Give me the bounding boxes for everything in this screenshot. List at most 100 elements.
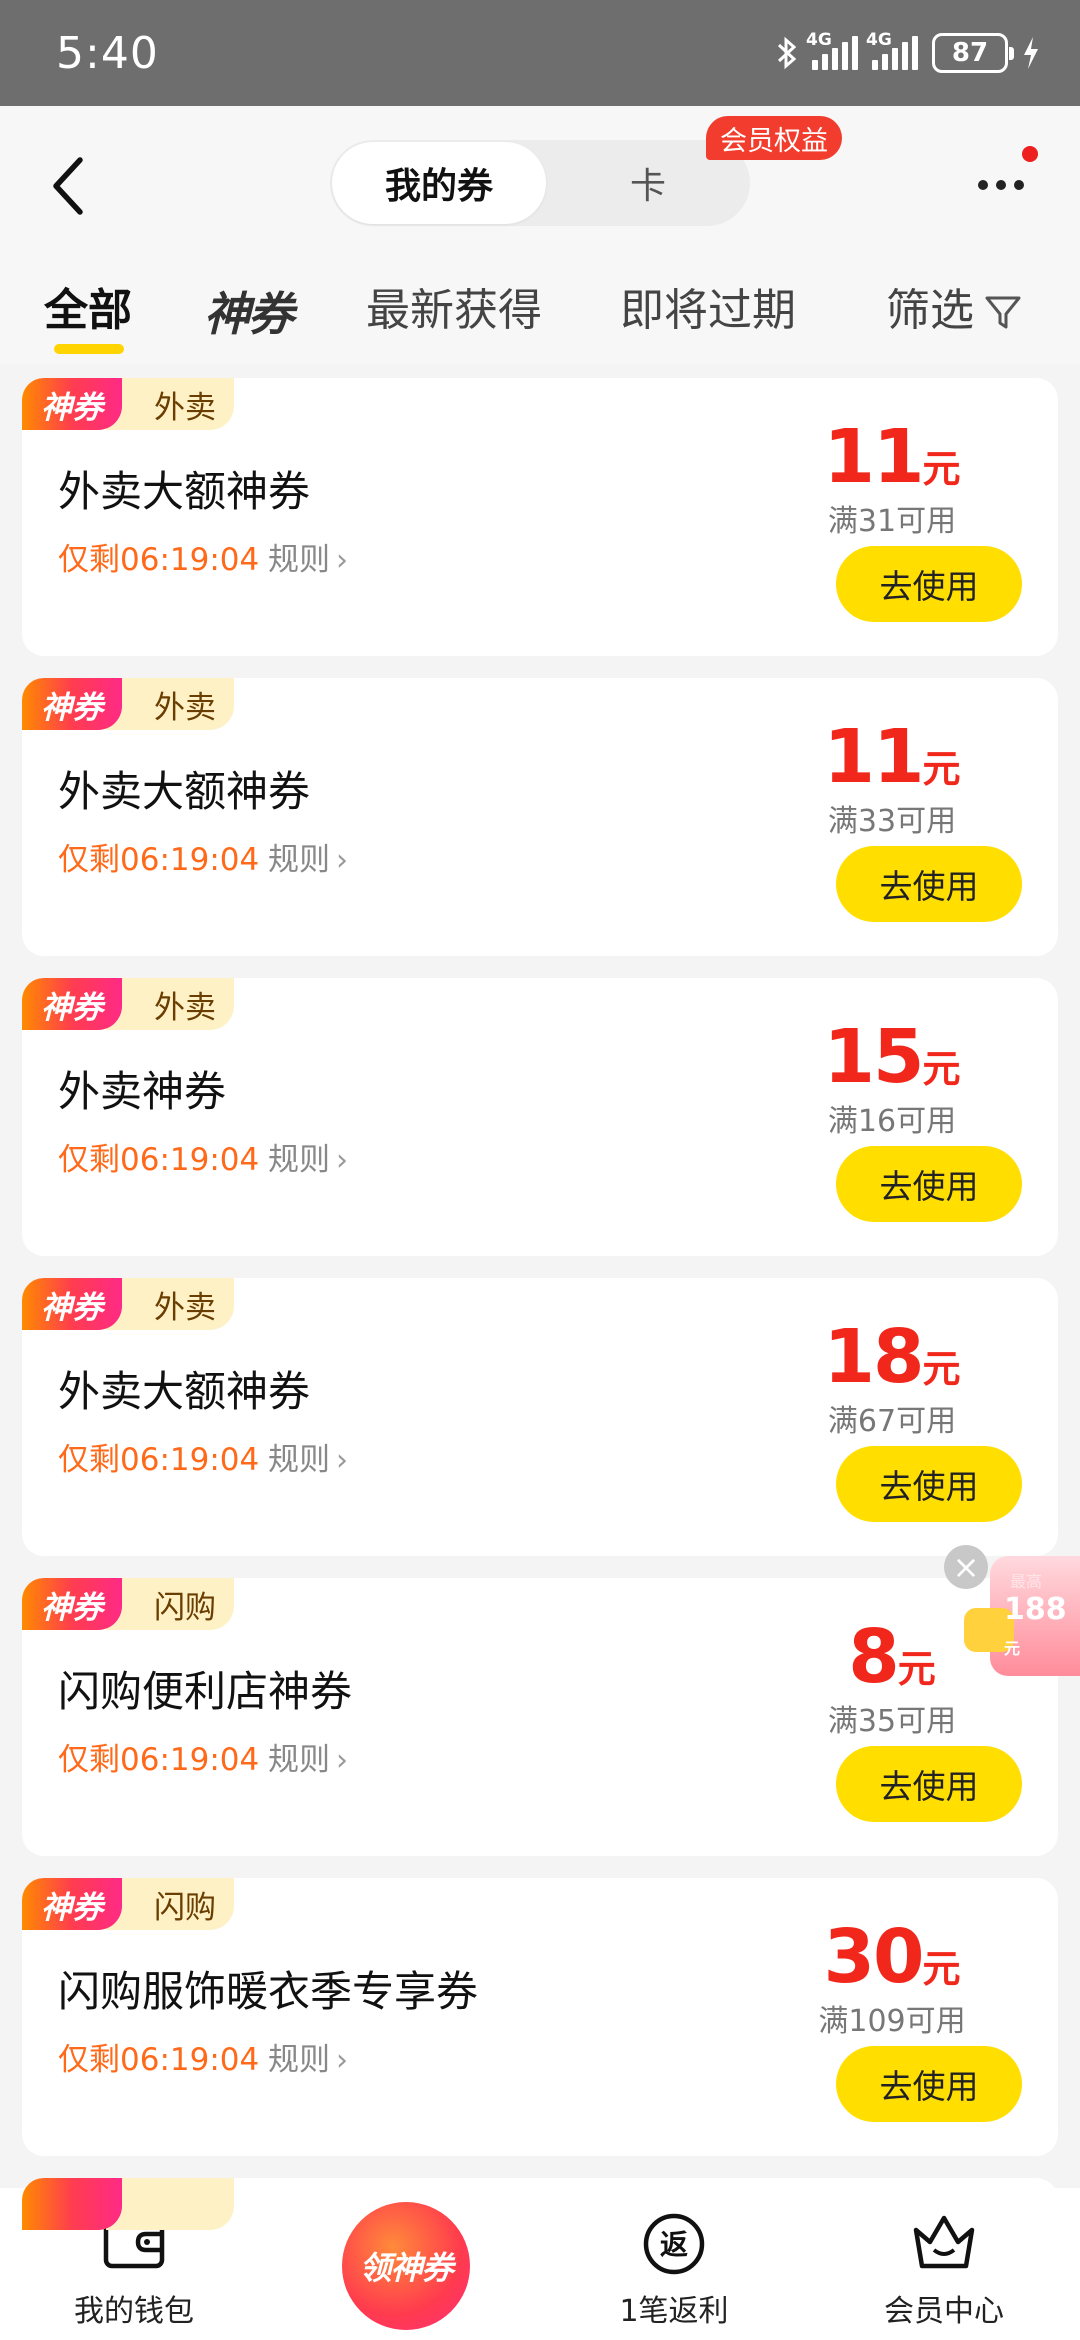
amount-value: 18 xyxy=(823,1314,925,1400)
rule-link[interactable]: 规则 › xyxy=(268,1734,348,1779)
amount-value: 8 xyxy=(848,1614,899,1700)
filter-button[interactable]: 筛选 xyxy=(886,274,1022,338)
amount-unit: 元 xyxy=(922,1047,961,1091)
chevron-right-icon: › xyxy=(336,1443,348,1478)
tab-my-coupons[interactable]: 我的券 xyxy=(332,142,546,224)
nav-rebate[interactable]: 返 1笔返利 xyxy=(564,2188,784,2340)
more-button[interactable] xyxy=(978,170,1028,200)
funnel-icon xyxy=(985,296,1021,329)
use-button[interactable]: 去使用 xyxy=(836,2046,1022,2122)
chevron-left-icon xyxy=(53,157,83,215)
coupon-card[interactable]: 神券 闪购 闪购服饰暖衣季专享券 仅剩06:19:04 规则 › 30元 满109… xyxy=(22,1878,1058,2156)
tab-latest[interactable]: 最新获得 xyxy=(366,274,542,338)
amount-unit: 元 xyxy=(922,1947,961,1991)
tab-expiring[interactable]: 即将过期 xyxy=(620,274,796,338)
promo-unit: 元 xyxy=(1004,1639,1021,1658)
rule-link[interactable]: 规则 › xyxy=(268,1434,348,1479)
rule-label: 规则 xyxy=(268,1742,330,1778)
category-tag: 外卖 xyxy=(106,978,234,1030)
usage-condition: 满16可用 xyxy=(827,1104,957,1139)
countdown: 仅剩06:19:04 xyxy=(58,1742,260,1778)
filter-label: 筛选 xyxy=(886,285,974,336)
amount-unit: 元 xyxy=(922,447,961,491)
network-label: 4G xyxy=(866,30,892,50)
countdown: 仅剩06:19:04 xyxy=(58,1442,260,1478)
coupon-card[interactable]: 神券 外卖 外卖大额神券 仅剩06:19:04 规则 › 18元 满67可用 去使… xyxy=(22,1278,1058,1556)
rebate-icon: 返 xyxy=(643,2213,705,2275)
header: 我的券 卡 会员权益 全部 神券 最新获得 即将过期 筛选 xyxy=(0,106,1080,364)
coupon-amount: 30元 xyxy=(772,1914,1012,2000)
status-icons: 4G 4G 87 xyxy=(776,30,1040,76)
use-button[interactable]: 去使用 xyxy=(836,1446,1022,1522)
nav-member-label: 会员中心 xyxy=(884,2294,1004,2329)
tab-shenquan[interactable]: 神券 xyxy=(204,278,294,344)
coupon-card-switch: 我的券 卡 xyxy=(330,140,750,226)
network-label: 4G xyxy=(806,30,832,50)
chevron-right-icon: › xyxy=(336,2043,348,2078)
chevron-right-icon: › xyxy=(336,1143,348,1178)
category-tag: 闪购 xyxy=(106,1878,234,1930)
rule-link[interactable]: 规则 › xyxy=(268,2034,348,2079)
claim-shenquan-button[interactable]: 领神券 xyxy=(342,2202,470,2330)
usage-condition: 满35可用 xyxy=(827,1704,957,1739)
coupon-amount: 18元 xyxy=(772,1314,1012,1400)
use-button[interactable]: 去使用 xyxy=(836,1746,1022,1822)
notification-dot xyxy=(1022,146,1038,162)
nav-wallet-label: 我的钱包 xyxy=(74,2294,194,2329)
filter-tabs: 全部 神券 最新获得 即将过期 筛选 xyxy=(0,258,1080,358)
rule-label: 规则 xyxy=(268,2042,330,2078)
usage-condition: 满67可用 xyxy=(827,1404,957,1439)
countdown: 仅剩06:19:04 xyxy=(58,2042,260,2078)
coupon-card[interactable]: 神券 外卖 外卖大额神券 仅剩06:19:04 规则 › 11元 满31可用 去使… xyxy=(22,378,1058,656)
rule-link[interactable]: 规则 › xyxy=(268,534,348,579)
coupon-amount: 15元 xyxy=(772,1014,1012,1100)
nav-member-center[interactable]: 会员中心 xyxy=(834,2188,1054,2340)
chevron-right-icon: › xyxy=(336,543,348,578)
amount-value: 11 xyxy=(823,414,925,500)
back-button[interactable] xyxy=(44,150,94,222)
more-dots-icon xyxy=(978,180,988,190)
coupon-title: 外卖大额神券 xyxy=(58,1367,311,1416)
use-button[interactable]: 去使用 xyxy=(836,546,1022,622)
member-benefits-badge[interactable]: 会员权益 xyxy=(706,116,842,160)
usage-condition: 满33可用 xyxy=(827,804,957,839)
usage-condition: 满109可用 xyxy=(818,2004,966,2039)
coupon-card[interactable]: 神券 闪购 闪购便利店神券 仅剩06:19:04 规则 › 8 元 满35可用 去使… xyxy=(22,1578,1058,1856)
category-tag: 外卖 xyxy=(106,378,234,430)
promo-amount: 188 元 xyxy=(1004,1592,1080,1662)
battery-level: 87 xyxy=(951,38,989,68)
chevron-right-icon: › xyxy=(336,1743,348,1778)
shenquan-tag: 神券 xyxy=(22,978,122,1030)
bluetooth-icon xyxy=(777,36,797,70)
category-tag xyxy=(106,2178,234,2230)
coupon-title: 外卖大额神券 xyxy=(58,767,311,816)
promo-label: 最高 xyxy=(1010,1572,1043,1591)
floating-promo[interactable]: 最高 188 元 xyxy=(964,1556,1080,1676)
rule-link[interactable]: 规则 › xyxy=(268,1134,348,1179)
use-button[interactable]: 去使用 xyxy=(836,846,1022,922)
amount-unit: 元 xyxy=(922,1347,961,1391)
shenquan-tag xyxy=(22,2178,122,2230)
shenquan-tag: 神券 xyxy=(22,1878,122,1930)
category-tag: 闪购 xyxy=(106,1578,234,1630)
status-time: 5:40 xyxy=(56,28,159,79)
chevron-right-icon: › xyxy=(336,843,348,878)
shenquan-tag: 神券 xyxy=(22,1578,122,1630)
crown-icon xyxy=(913,2215,975,2269)
coupon-card[interactable]: 神券 外卖 外卖神券 仅剩06:19:04 规则 › 15元 满16可用 去使用 xyxy=(22,978,1058,1256)
coupon-title: 外卖大额神券 xyxy=(58,467,311,516)
rule-label: 规则 xyxy=(268,1142,330,1178)
shenquan-tag: 神券 xyxy=(22,378,122,430)
rule-label: 规则 xyxy=(268,1442,330,1478)
rule-link[interactable]: 规则 › xyxy=(268,834,348,879)
signal-icon: 4G xyxy=(806,30,858,70)
tab-all[interactable]: 全部 xyxy=(44,274,132,338)
use-button[interactable]: 去使用 xyxy=(836,1146,1022,1222)
amount-value: 15 xyxy=(823,1014,925,1100)
category-tag: 外卖 xyxy=(106,1278,234,1330)
active-tab-underline xyxy=(54,344,124,354)
coupon-title: 闪购便利店神券 xyxy=(58,1667,353,1716)
coupon-card[interactable]: 神券 外卖 外卖大额神券 仅剩06:19:04 规则 › 11元 满33可用 去使… xyxy=(22,678,1058,956)
close-icon[interactable]: × xyxy=(944,1545,988,1589)
rule-label: 规则 xyxy=(268,842,330,878)
